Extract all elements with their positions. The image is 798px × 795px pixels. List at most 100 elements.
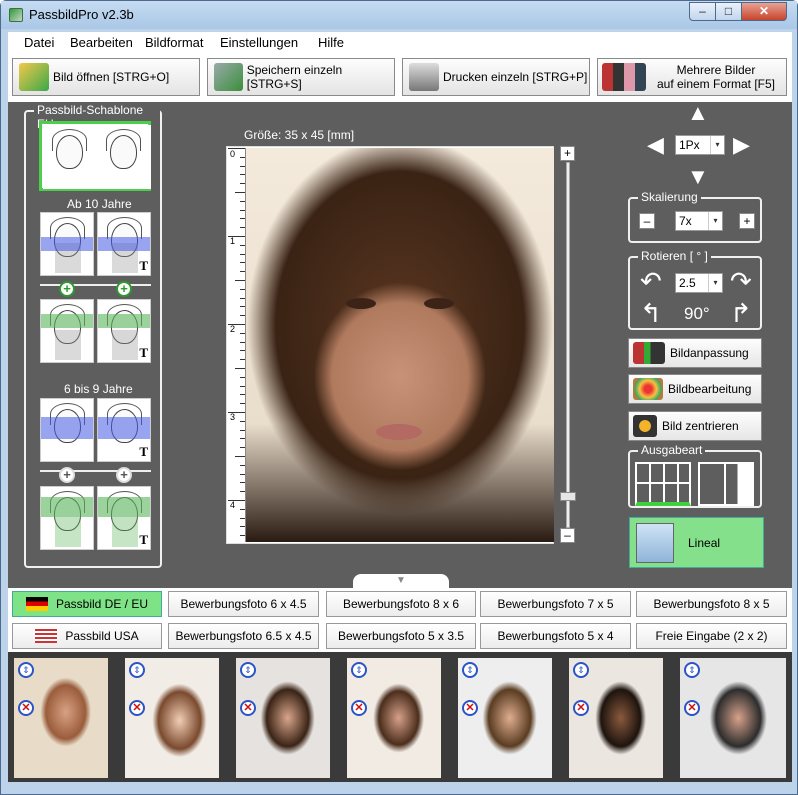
delete-icon[interactable]: ✕ <box>351 700 367 716</box>
close-button[interactable]: ✕ <box>741 2 787 21</box>
template-group: Passbild-Schablone EU Ab 10 Jahre T + + … <box>24 103 162 568</box>
format-5x3-5[interactable]: Bewerbungsfoto 5 x 3.5 <box>326 623 476 649</box>
menu-datei[interactable]: Datei <box>24 35 54 50</box>
delete-icon[interactable]: ✕ <box>573 700 589 716</box>
format-6-5x4-5[interactable]: Bewerbungsfoto 6.5 x 4.5 <box>168 623 319 649</box>
move-icon[interactable]: ⇕ <box>684 662 700 678</box>
move-icon[interactable]: ⇕ <box>573 662 589 678</box>
template-adult-female <box>43 125 97 189</box>
template-letter: T <box>139 444 148 459</box>
zoom-slider-track[interactable] <box>566 162 570 528</box>
thumbnail[interactable]: ⇕ ✕ <box>680 658 786 778</box>
menu-bildformat[interactable]: Bildformat <box>145 35 204 50</box>
print-single-button[interactable]: Drucken einzeln [STRG+P] <box>402 58 590 96</box>
maximize-button[interactable]: □ <box>715 2 742 21</box>
template-adult[interactable] <box>39 121 151 191</box>
template-10-green-left[interactable] <box>40 299 94 363</box>
move-icon[interactable]: ⇕ <box>240 662 256 678</box>
format-free-input[interactable]: Freie Eingabe (2 x 2) <box>636 623 787 649</box>
arrow-left-icon[interactable]: ◀ <box>647 134 664 156</box>
add-icon[interactable]: + <box>116 467 132 483</box>
format-8x6[interactable]: Bewerbungsfoto 8 x 6 <box>326 591 476 617</box>
format-7x5[interactable]: Bewerbungsfoto 7 x 5 <box>480 591 631 617</box>
template-6-9-blue-right[interactable]: T <box>97 398 151 462</box>
menu-einstellungen[interactable]: Einstellungen <box>220 35 298 50</box>
scale-plus-button[interactable]: + <box>739 213 755 229</box>
rotate-left-icon[interactable]: ↶ <box>640 268 662 294</box>
arrow-down-icon[interactable]: ▼ <box>687 166 709 188</box>
grid-layout-icon[interactable] <box>635 462 691 506</box>
delete-icon[interactable]: ✕ <box>240 700 256 716</box>
lips <box>376 424 422 440</box>
ruler-tick <box>240 271 245 273</box>
scale-minus-button[interactable]: – <box>639 213 655 229</box>
add-icon[interactable]: + <box>59 467 75 483</box>
format-6x4-5[interactable]: Bewerbungsfoto 6 x 4.5 <box>168 591 319 617</box>
move-icon[interactable]: ⇕ <box>351 662 367 678</box>
delete-icon[interactable]: ✕ <box>129 700 145 716</box>
rotate-right-icon[interactable]: ↷ <box>730 268 752 294</box>
ruler-tick <box>240 288 245 290</box>
ruler-tick <box>240 209 245 211</box>
thumbnail[interactable]: ⇕ ✕ <box>236 658 330 778</box>
app-window: PassbildPro v2.3b – □ ✕ Datei Bearbeiten… <box>0 0 798 795</box>
scale-select[interactable]: 7x ▾ <box>675 211 723 231</box>
multi-images-button[interactable]: Mehrere Bilder auf einem Format [F5] <box>597 58 787 96</box>
thumbnail[interactable]: ⇕ ✕ <box>347 658 441 778</box>
ruler-toggle-button[interactable]: Lineal <box>629 517 764 568</box>
add-icon[interactable]: + <box>59 281 75 297</box>
template-10-green-right[interactable]: T <box>97 299 151 363</box>
menu-hilfe[interactable]: Hilfe <box>318 35 344 50</box>
center-image-button[interactable]: Bild zentrieren <box>628 411 762 441</box>
save-single-button[interactable]: Speichern einzeln [STRG+S] <box>207 58 395 96</box>
delete-icon[interactable]: ✕ <box>462 700 478 716</box>
single-layout-icon[interactable] <box>698 462 754 506</box>
thumbnail[interactable]: ⇕ ✕ <box>569 658 663 778</box>
german-flag-icon <box>25 597 48 611</box>
ruler: 0 1 2 3 4 <box>228 148 246 542</box>
thumbnail[interactable]: ⇕ ✕ <box>125 658 219 778</box>
thumbnail[interactable]: ⇕ ✕ <box>14 658 108 778</box>
template-10-blue-right[interactable]: T <box>97 212 151 276</box>
menu-bar: Datei Bearbeiten Bildformat Einstellunge… <box>8 32 792 54</box>
minimize-button[interactable]: – <box>689 2 716 21</box>
portrait-photo[interactable] <box>246 148 554 542</box>
format-5x4[interactable]: Bewerbungsfoto 5 x 4 <box>480 623 631 649</box>
rotate-left-90-icon[interactable]: ↰ <box>640 300 662 326</box>
template-6-9-blue-left[interactable] <box>40 398 94 462</box>
template-6-9-green-left[interactable] <box>40 486 94 550</box>
image-adjust-button[interactable]: Bildanpassung <box>628 338 762 368</box>
template-10-blue-left[interactable] <box>40 212 94 276</box>
rotate-select[interactable]: 2.5 ▾ <box>675 273 723 293</box>
ruler-number: 0 <box>230 149 236 159</box>
image-edit-label: Bildbearbeitung <box>668 382 752 396</box>
thumbnail[interactable]: ⇕ ✕ <box>458 658 552 778</box>
add-icon[interactable]: + <box>116 281 132 297</box>
format-8x5[interactable]: Bewerbungsfoto 8 x 5 <box>636 591 787 617</box>
rotate-right-90-icon[interactable]: ↱ <box>730 300 752 326</box>
format-passbild-usa[interactable]: Passbild USA <box>12 623 162 649</box>
move-icon[interactable]: ⇕ <box>462 662 478 678</box>
move-icon[interactable]: ⇕ <box>129 662 145 678</box>
move-icon[interactable]: ⇕ <box>18 662 34 678</box>
zoom-slider-thumb[interactable] <box>560 492 576 501</box>
ruler-number: 2 <box>230 324 236 334</box>
zoom-out-button[interactable]: – <box>560 528 575 543</box>
arrow-right-icon[interactable]: ▶ <box>733 134 750 156</box>
open-image-label: Bild öffnen [STRG+O] <box>53 70 170 84</box>
delete-icon[interactable]: ✕ <box>18 700 34 716</box>
menu-bearbeiten[interactable]: Bearbeiten <box>70 35 133 50</box>
ruler-toggle-label: Lineal <box>688 535 721 550</box>
format-passbild-de-eu[interactable]: Passbild DE / EU <box>12 591 162 617</box>
template-6-9-green-right[interactable]: T <box>97 486 151 550</box>
collapse-panel-tab[interactable]: ▼ <box>353 574 449 588</box>
ruler-tick <box>240 429 245 431</box>
step-select[interactable]: 1Px ▾ <box>675 135 725 155</box>
open-image-button[interactable]: Bild öffnen [STRG+O] <box>12 58 200 96</box>
delete-icon[interactable]: ✕ <box>684 700 700 716</box>
zoom-in-button[interactable]: + <box>560 146 575 161</box>
scale-value: 7x <box>679 214 692 228</box>
status-bar <box>8 782 792 794</box>
arrow-up-icon[interactable]: ▲ <box>687 102 709 124</box>
image-edit-button[interactable]: Bildbearbeitung <box>628 374 762 404</box>
